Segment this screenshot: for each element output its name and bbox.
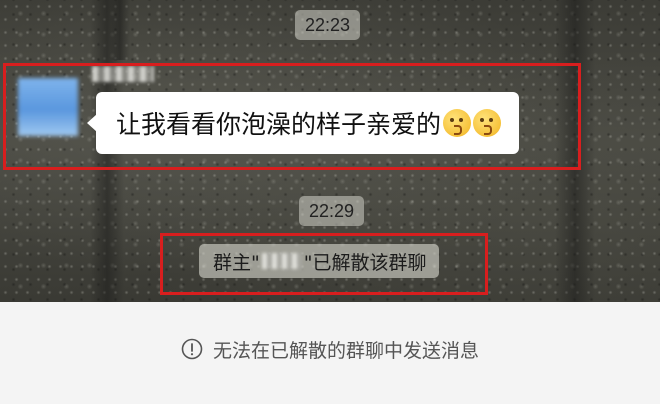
disabled-input-bar: 无法在已解散的群聊中发送消息 <box>0 302 660 404</box>
timestamp: 22:29 <box>299 196 365 226</box>
background-streak <box>110 0 130 60</box>
highlight-box <box>3 63 581 170</box>
highlight-box <box>160 233 488 295</box>
chat-area[interactable]: 22:23 让我看看你泡澡的样子亲爱的 22:29 群主" "已解散该群聊 <box>0 0 660 302</box>
alert-circle-icon <box>181 338 203 360</box>
disabled-notice: 无法在已解散的群聊中发送消息 <box>181 336 479 363</box>
timestamp: 22:23 <box>295 10 361 40</box>
disabled-notice-text: 无法在已解散的群聊中发送消息 <box>212 339 479 362</box>
